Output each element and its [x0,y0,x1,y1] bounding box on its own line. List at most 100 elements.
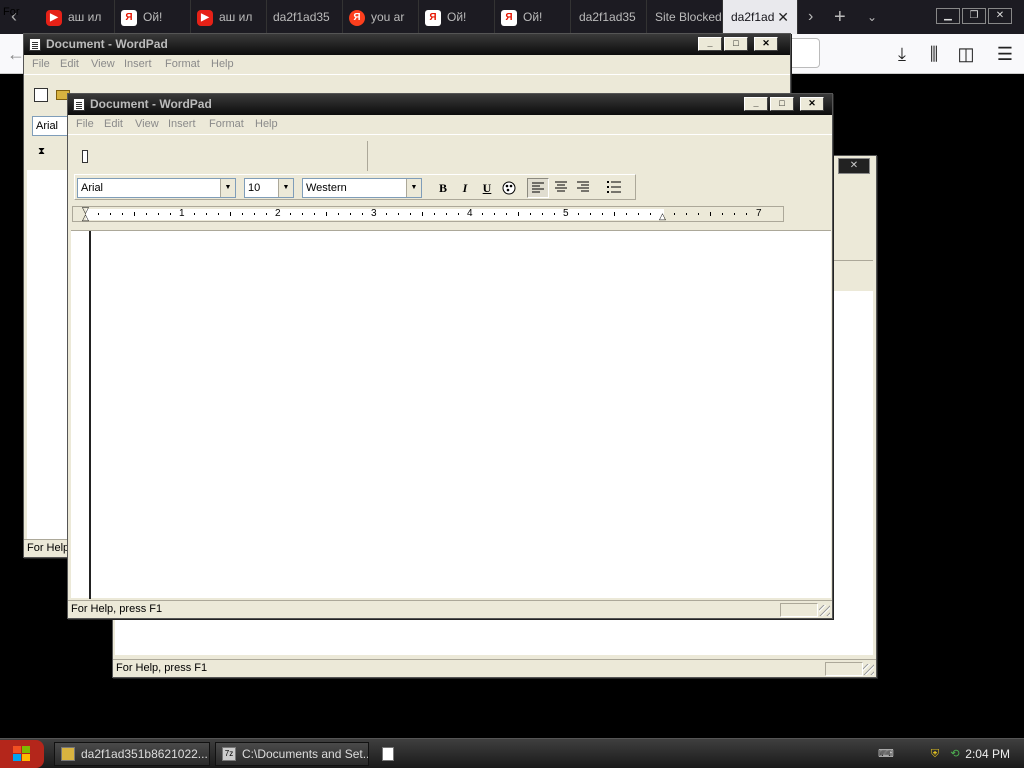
ruler[interactable]: ▽ △ 1 2 3 4 5 7 △ [72,206,784,222]
menu-format[interactable]: Format [209,118,244,130]
resize-grip-icon[interactable] [819,605,830,616]
font-name-combo[interactable]: Arial [32,116,72,136]
title-bar[interactable]: Document - WordPad _ □ ✕ [24,34,790,55]
menu-edit[interactable]: Edit [104,118,123,130]
align-left-button[interactable] [527,178,549,198]
taskbar-item-folder[interactable]: da2f1ad351b8621022... [54,742,210,766]
close-tab-icon[interactable]: ✕ [777,0,789,34]
menu-file[interactable]: File [32,58,50,70]
browser-tab[interactable]: Я Ой! [419,0,495,34]
ruler-tick [398,213,399,215]
menu-help[interactable]: Help [211,58,234,70]
font-name-combo[interactable]: Arial ▼ [77,178,236,198]
ruler-tick [314,213,315,215]
browser-tab[interactable]: Я Ой! [495,0,571,34]
ruler-tick [458,213,459,215]
ruler-tick [518,212,519,216]
menu-hamburger-icon[interactable]: ☰ [993,42,1017,66]
maximize-button[interactable]: □ [724,37,748,51]
italic-button[interactable]: I [454,178,476,198]
underline-button[interactable]: U [476,178,498,198]
ruler-tick [410,213,411,215]
chevron-down-icon[interactable]: ▼ [220,179,235,197]
browser-tab[interactable]: ▶ аш ил [40,0,115,34]
menu-help[interactable]: Help [255,118,278,130]
chevron-down-icon[interactable]: ▼ [278,179,293,197]
ruler-tick [650,213,651,215]
menu-format[interactable]: Format [165,58,200,70]
new-document-icon[interactable] [34,88,48,102]
font-size-combo[interactable]: 10 ▼ [244,178,294,198]
menu-file[interactable]: File [76,118,94,130]
align-right-button[interactable] [572,178,594,198]
tab-scroll-right-icon[interactable]: › [808,0,813,34]
new-document-icon[interactable] [82,150,88,163]
browser-tab[interactable]: Яyou ar [343,0,419,34]
minimize-button[interactable]: _ [698,37,722,51]
document-area[interactable] [71,230,831,599]
ruler-tick [446,213,447,215]
color-palette-icon[interactable] [498,178,520,198]
status-text: For Help, press F1 [71,603,163,615]
browser-maximize-button[interactable]: ❐ [962,8,986,24]
menu-edit[interactable]: Edit [60,58,79,70]
browser-tab[interactable]: da2f1ad35 [267,0,343,34]
font-name-value: Arial [81,182,104,194]
browser-tab[interactable]: ▶ аш ил [191,0,267,34]
ruler-tick [134,212,135,216]
bullets-button[interactable] [603,178,625,198]
folder-icon [61,747,75,761]
title-bar[interactable]: Document - WordPad _ □ ✕ [68,94,832,115]
ruler-tick [722,213,723,215]
chevron-down-icon[interactable]: ▼ [406,179,421,197]
close-button[interactable]: ✕ [754,37,778,51]
tab-list-chevron-icon[interactable]: ⌄ [867,0,877,34]
menu-insert[interactable]: Insert [168,118,196,130]
ruler-number: 2 [275,208,281,219]
font-size-value: 10 [248,182,261,194]
align-center-button[interactable] [550,178,572,198]
yandex-icon: Я [121,9,137,26]
browser-tab[interactable]: da2f1ad35 [571,0,647,34]
browser-minimize-button[interactable]: ▁ [936,8,960,24]
browser-tab-strip: ‹ ▶ аш ил Я Ой! ▶ аш ил da2f1ad35 Яyou ar Я… [0,0,1024,34]
indent-marker-icon[interactable]: ▽ △ [82,206,91,222]
taskbar-item-7zip[interactable]: 7z C:\Documents and Set... [215,742,369,766]
browser-close-button[interactable]: ✕ [988,8,1012,24]
minimize-button[interactable]: _ [744,97,768,111]
browser-tab-active[interactable]: da2f1ad ✕ [723,0,798,34]
start-button[interactable] [0,740,44,768]
browser-tab[interactable]: Я Ой! [115,0,191,34]
new-tab-icon[interactable]: + [834,0,846,34]
maximize-button[interactable]: □ [770,97,794,111]
menu-view[interactable]: View [91,58,115,70]
browser-tab[interactable]: Site Blocked [647,0,723,34]
bold-button[interactable]: B [432,178,454,198]
sidebar-icon[interactable]: ◫ [954,42,978,66]
network-icon[interactable]: ⟲ [948,747,962,761]
menu-insert[interactable]: Insert [124,58,152,70]
ruler-tick [350,213,351,215]
wordpad-quicklaunch-icon[interactable] [382,747,394,761]
tab-label: you ar [371,10,405,24]
keyboard-icon[interactable]: ⌨ [878,747,894,761]
script-value: Western [306,182,347,194]
resize-grip-icon[interactable] [863,664,874,675]
menu-view[interactable]: View [135,118,159,130]
close-button[interactable]: ✕ [838,158,870,174]
status-bar: For Help, press F1 [113,659,876,677]
library-icon[interactable]: ⫼ [922,42,946,66]
ruler-tick [254,213,255,215]
close-button[interactable]: ✕ [800,97,824,111]
ruler-tick [530,213,531,215]
right-indent-marker-icon[interactable]: △ [659,211,666,222]
indent-marker-icon[interactable]: ⧗ [38,146,48,166]
script-combo[interactable]: Western ▼ [302,178,422,198]
ruler-tick [710,212,711,216]
address-bar[interactable] [790,38,820,68]
download-icon[interactable]: ⤓ [890,42,914,66]
tab-label: da2f1ad35 [579,10,636,24]
shield-icon[interactable]: ⛨ [928,747,942,761]
standard-toolbar [68,141,368,171]
ruler-number: 1 [179,208,185,219]
